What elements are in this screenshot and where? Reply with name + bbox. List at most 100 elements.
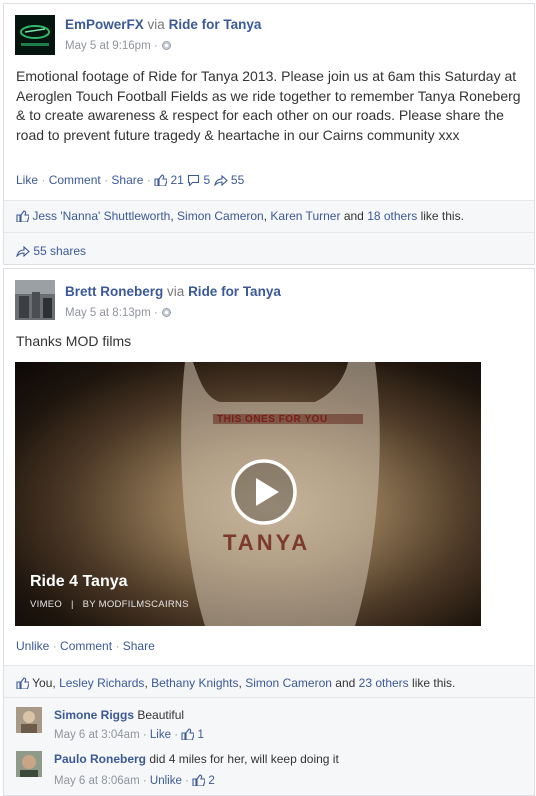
empowerfx-logo-icon [15,15,55,55]
comment-like-link[interactable]: Like [150,729,171,741]
comment-text: did 4 miles for her, will keep doing it [149,752,339,766]
post-timestamp[interactable]: May 5 at 8:13pm [65,307,151,319]
dot-separator: · [41,173,46,187]
thumbs-up-icon [154,174,168,186]
and-label: and [335,676,356,690]
post-timestamp[interactable]: May 5 at 9:16pm [65,40,151,52]
shirt-name: TANYA [223,530,311,555]
share-arrow-icon [16,245,30,257]
thumbs-up-icon [181,728,195,740]
thumbs-up-icon [16,210,29,222]
share-arrow-icon [213,174,228,186]
author-name[interactable]: Brett Roneberg [65,284,163,299]
profile-photo-icon [16,751,42,777]
comma: , [263,209,268,223]
commenter-name[interactable]: Simone Riggs [54,708,134,722]
meta-dot: · [153,307,158,319]
likes-summary: Jess 'Nanna' Shuttleworth, Simon Cameron… [4,200,534,232]
comment-unlike-link[interactable]: Unlike [150,775,182,787]
post-header: EmPowerFX via Ride for Tanya [65,17,261,32]
avatar-empowerfx[interactable] [15,15,55,55]
meta-dot: · [153,40,158,52]
like-this-label: like this. [412,676,456,690]
comment-text: Beautiful [137,708,185,722]
likes-summary: You, Lesley Richards, Bethany Knights, S… [4,665,534,697]
dot-separator: · [146,173,151,187]
and-label: and [343,209,364,223]
page-name[interactable]: Ride for Tanya [188,284,281,299]
post-card-brett-roneberg: Brett Roneberg via Ride for Tanya May 5 … [3,268,535,796]
like-link[interactable]: Like [16,173,38,187]
comment-count[interactable]: 5 [204,173,211,187]
dot-separator: · [185,775,189,787]
comment-icon [188,174,200,186]
comments-list: Simone Riggs Beautiful May 6 at 3:04am ·… [4,697,534,795]
post-header: Brett Roneberg via Ride for Tanya [65,284,281,299]
shares-summary: 55 shares [4,232,534,264]
video-source: VIMEO [30,599,63,610]
share-count[interactable]: 55 [231,173,244,187]
comma: , [170,209,174,223]
liker-name[interactable]: Jess 'Nanna' Shuttleworth [32,209,170,223]
dot-separator: · [174,729,179,741]
comment: Paulo Roneberg did 4 miles for her, will… [54,752,339,766]
liker-name[interactable]: Simon Cameron [245,676,332,690]
comment-timestamp[interactable]: May 6 at 8:06am [54,775,140,787]
globe-icon [161,308,171,317]
profile-photo-icon [16,707,42,733]
comment-link[interactable]: Comment [49,173,101,187]
post-meta: May 5 at 8:13pm · [65,307,171,319]
share-link[interactable]: Share [123,639,155,653]
comment: Simone Riggs Beautiful [54,708,184,722]
post-actions: Like · Comment · Share · 21 5 55 [16,173,244,187]
thumbs-up-icon [16,677,29,689]
others-link[interactable]: 18 others [367,209,417,223]
avatar-brett-roneberg[interactable] [15,280,55,320]
liker-name[interactable]: Simon Cameron [177,209,264,223]
dot-separator: · [115,639,120,653]
share-link[interactable]: Share [111,173,143,187]
author-name[interactable]: EmPowerFX [65,17,144,32]
dot-separator: · [142,775,147,787]
you-label: You, [32,676,56,690]
like-this-label: like this. [420,209,464,223]
shares-link[interactable]: 55 shares [33,244,86,258]
post-meta: May 5 at 9:16pm · [65,40,171,52]
dot-separator: · [52,639,57,653]
comma: , [238,676,242,690]
video-title[interactable]: Ride 4 Tanya [30,573,128,591]
dot-separator: · [142,729,147,741]
unlike-link[interactable]: Unlike [16,639,49,653]
video-byline: BY MODFILMSCAIRNS [82,599,189,610]
others-link[interactable]: 23 others [359,676,409,690]
comma: , [144,676,148,690]
post-text: Emotional footage of Ride for Tanya 2013… [16,68,521,143]
commenter-name[interactable]: Paulo Roneberg [54,752,146,766]
commenter-avatar[interactable] [16,751,42,777]
liker-name[interactable]: Karen Turner [270,209,340,223]
comment-meta: May 6 at 8:06am · Unlike · 2 [54,774,215,787]
thumbs-up-icon [192,774,206,786]
page-name[interactable]: Ride for Tanya [169,17,262,32]
globe-icon [161,41,171,50]
comment-like-count[interactable]: 2 [208,775,214,787]
liker-name[interactable]: Bethany Knights [151,676,238,690]
like-count[interactable]: 21 [170,173,183,187]
liker-name[interactable]: Lesley Richards [59,676,144,690]
video-divider: | [70,599,74,610]
video-player[interactable]: THIS ONES FOR YOU TANYA Ride 4 Tanya VIM… [15,362,481,626]
comment-like-count[interactable]: 1 [197,729,203,741]
via-label: via [167,284,185,299]
post-text: Thanks MOD films [16,333,132,349]
profile-photo-icon [15,280,55,320]
via-label: via [147,17,165,32]
shirt-caption: THIS ONES FOR YOU [217,414,328,425]
comment-meta: May 6 at 3:04am · Like · 1 [54,728,204,741]
commenter-avatar[interactable] [16,707,42,733]
video-source-line: VIMEO | BY MODFILMSCAIRNS [30,599,189,610]
dot-separator: · [104,173,109,187]
post-actions: Unlike · Comment · Share [16,639,155,653]
play-button-icon[interactable] [229,457,299,527]
comment-link[interactable]: Comment [60,639,112,653]
comment-timestamp[interactable]: May 6 at 3:04am [54,729,140,741]
